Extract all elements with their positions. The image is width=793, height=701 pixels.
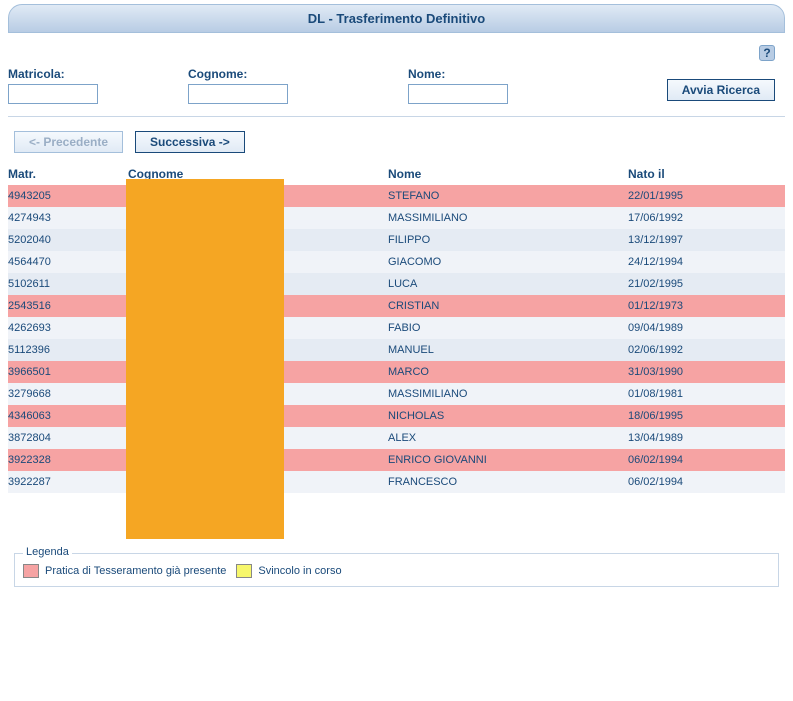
legenda-pratica-label: Pratica di Tesseramento già presente bbox=[45, 565, 226, 577]
cell-nato: 06/02/1994 bbox=[628, 449, 785, 471]
avvia-block: Avvia Ricerca bbox=[667, 79, 775, 101]
cognome-label: Cognome: bbox=[188, 67, 408, 81]
table-row[interactable]: 4262693 FABIO09/04/1989 bbox=[8, 317, 785, 339]
table-row[interactable]: 2543516 CRISTIAN01/12/1973 bbox=[8, 295, 785, 317]
cell-nome: NICHOLAS bbox=[388, 405, 628, 427]
cell-matr: 5112396 bbox=[8, 339, 128, 361]
cell-nato: 01/08/1981 bbox=[628, 383, 785, 405]
table-row[interactable]: 3872804 ALEX13/04/1989 bbox=[8, 427, 785, 449]
legenda-svincolo-label: Svincolo in corso bbox=[258, 565, 341, 577]
cell-matr: 4943205 bbox=[8, 185, 128, 207]
swatch-svincolo bbox=[236, 564, 252, 578]
cognome-redaction-mask bbox=[126, 179, 284, 539]
nome-label: Nome: bbox=[408, 67, 598, 81]
cell-nato: 17/06/1992 bbox=[628, 207, 785, 229]
cell-matr: 3922328 bbox=[8, 449, 128, 471]
search-form: Matricola: Cognome: Nome: Avvia Ricerca bbox=[8, 61, 785, 116]
grid-body: 4943205 STEFANO22/01/1995 4274943 MASSIMILI… bbox=[8, 185, 785, 493]
col-header-nome: Nome bbox=[388, 163, 628, 185]
cell-matr: 3279668 bbox=[8, 383, 128, 405]
cell-matr: 3922287 bbox=[8, 471, 128, 493]
table-row[interactable]: 3922287 FRANCESCO06/02/1994 bbox=[8, 471, 785, 493]
cell-nato: 02/06/1992 bbox=[628, 339, 785, 361]
cell-matr: 3966501 bbox=[8, 361, 128, 383]
nome-block: Nome: bbox=[408, 67, 598, 104]
grid-header: Matr. Cognome Nome Nato il bbox=[8, 163, 785, 185]
cell-nome: MASSIMILIANO bbox=[388, 207, 628, 229]
legenda-title: Legenda bbox=[23, 546, 72, 558]
cell-nome: FILIPPO bbox=[388, 229, 628, 251]
col-header-matr: Matr. bbox=[8, 163, 128, 185]
table-row[interactable]: 4943205 STEFANO22/01/1995 bbox=[8, 185, 785, 207]
cell-nato: 18/06/1995 bbox=[628, 405, 785, 427]
cell-nato: 24/12/1994 bbox=[628, 251, 785, 273]
table-row[interactable]: 3966501 MARCO31/03/1990 bbox=[8, 361, 785, 383]
page-title: DL - Trasferimento Definitivo bbox=[308, 11, 485, 26]
cell-nome: ALEX bbox=[388, 427, 628, 449]
cell-nome: FABIO bbox=[388, 317, 628, 339]
cell-nato: 13/12/1997 bbox=[628, 229, 785, 251]
matricola-label: Matricola: bbox=[8, 67, 188, 81]
table-row[interactable]: 5202040 FILIPPO13/12/1997 bbox=[8, 229, 785, 251]
table-row[interactable]: 4274943 MASSIMILIANO17/06/1992 bbox=[8, 207, 785, 229]
cell-matr: 4346063 bbox=[8, 405, 128, 427]
table-row[interactable]: 5102611 LUCA21/02/1995 bbox=[8, 273, 785, 295]
table-row[interactable]: 5112396 MANUEL02/06/1992 bbox=[8, 339, 785, 361]
results-grid: Matr. Cognome Nome Nato il 4943205 STEFAN… bbox=[8, 163, 785, 493]
cell-nome: GIACOMO bbox=[388, 251, 628, 273]
page-title-bar: DL - Trasferimento Definitivo bbox=[8, 4, 785, 33]
matricola-block: Matricola: bbox=[8, 67, 188, 104]
table-row[interactable]: 4346063 NICHOLAS18/06/1995 bbox=[8, 405, 785, 427]
separator bbox=[8, 116, 785, 117]
cell-nato: 09/04/1989 bbox=[628, 317, 785, 339]
help-icon[interactable]: ? bbox=[759, 45, 775, 61]
cell-nome: CRISTIAN bbox=[388, 295, 628, 317]
cell-nato: 21/02/1995 bbox=[628, 273, 785, 295]
col-header-nato: Nato il bbox=[628, 163, 785, 185]
legenda-items: Pratica di Tesseramento già presente Svi… bbox=[23, 564, 770, 578]
cell-nome: STEFANO bbox=[388, 185, 628, 207]
cell-nato: 06/02/1994 bbox=[628, 471, 785, 493]
next-page-button[interactable]: Successiva -> bbox=[135, 131, 245, 153]
cell-nome: MARCO bbox=[388, 361, 628, 383]
prev-page-button: <- Precedente bbox=[14, 131, 123, 153]
table-row[interactable]: 3279668 MASSIMILIANO01/08/1981 bbox=[8, 383, 785, 405]
legenda-box: Legenda Pratica di Tesseramento già pres… bbox=[14, 553, 779, 587]
cell-matr: 5102611 bbox=[8, 273, 128, 295]
avvia-ricerca-button[interactable]: Avvia Ricerca bbox=[667, 79, 775, 101]
cell-nato: 13/04/1989 bbox=[628, 427, 785, 449]
cell-nome: MANUEL bbox=[388, 339, 628, 361]
cell-matr: 2543516 bbox=[8, 295, 128, 317]
cell-nome: FRANCESCO bbox=[388, 471, 628, 493]
cell-matr: 5202040 bbox=[8, 229, 128, 251]
cell-nome: ENRICO GIOVANNI bbox=[388, 449, 628, 471]
cell-nato: 22/01/1995 bbox=[628, 185, 785, 207]
swatch-pratica bbox=[23, 564, 39, 578]
cell-nato: 01/12/1973 bbox=[628, 295, 785, 317]
nome-input[interactable] bbox=[408, 84, 508, 104]
cognome-block: Cognome: bbox=[188, 67, 408, 104]
help-row: ? bbox=[8, 41, 785, 61]
cell-matr: 4262693 bbox=[8, 317, 128, 339]
cell-nome: MASSIMILIANO bbox=[388, 383, 628, 405]
cell-matr: 4274943 bbox=[8, 207, 128, 229]
table-row[interactable]: 4564470 GIACOMO24/12/1994 bbox=[8, 251, 785, 273]
cognome-input[interactable] bbox=[188, 84, 288, 104]
cell-nome: LUCA bbox=[388, 273, 628, 295]
pagination-row: <- Precedente Successiva -> bbox=[8, 131, 785, 163]
cell-nato: 31/03/1990 bbox=[628, 361, 785, 383]
cell-matr: 3872804 bbox=[8, 427, 128, 449]
cell-matr: 4564470 bbox=[8, 251, 128, 273]
table-row[interactable]: 3922328 ENRICO GIOVANNI06/02/1994 bbox=[8, 449, 785, 471]
matricola-input[interactable] bbox=[8, 84, 98, 104]
